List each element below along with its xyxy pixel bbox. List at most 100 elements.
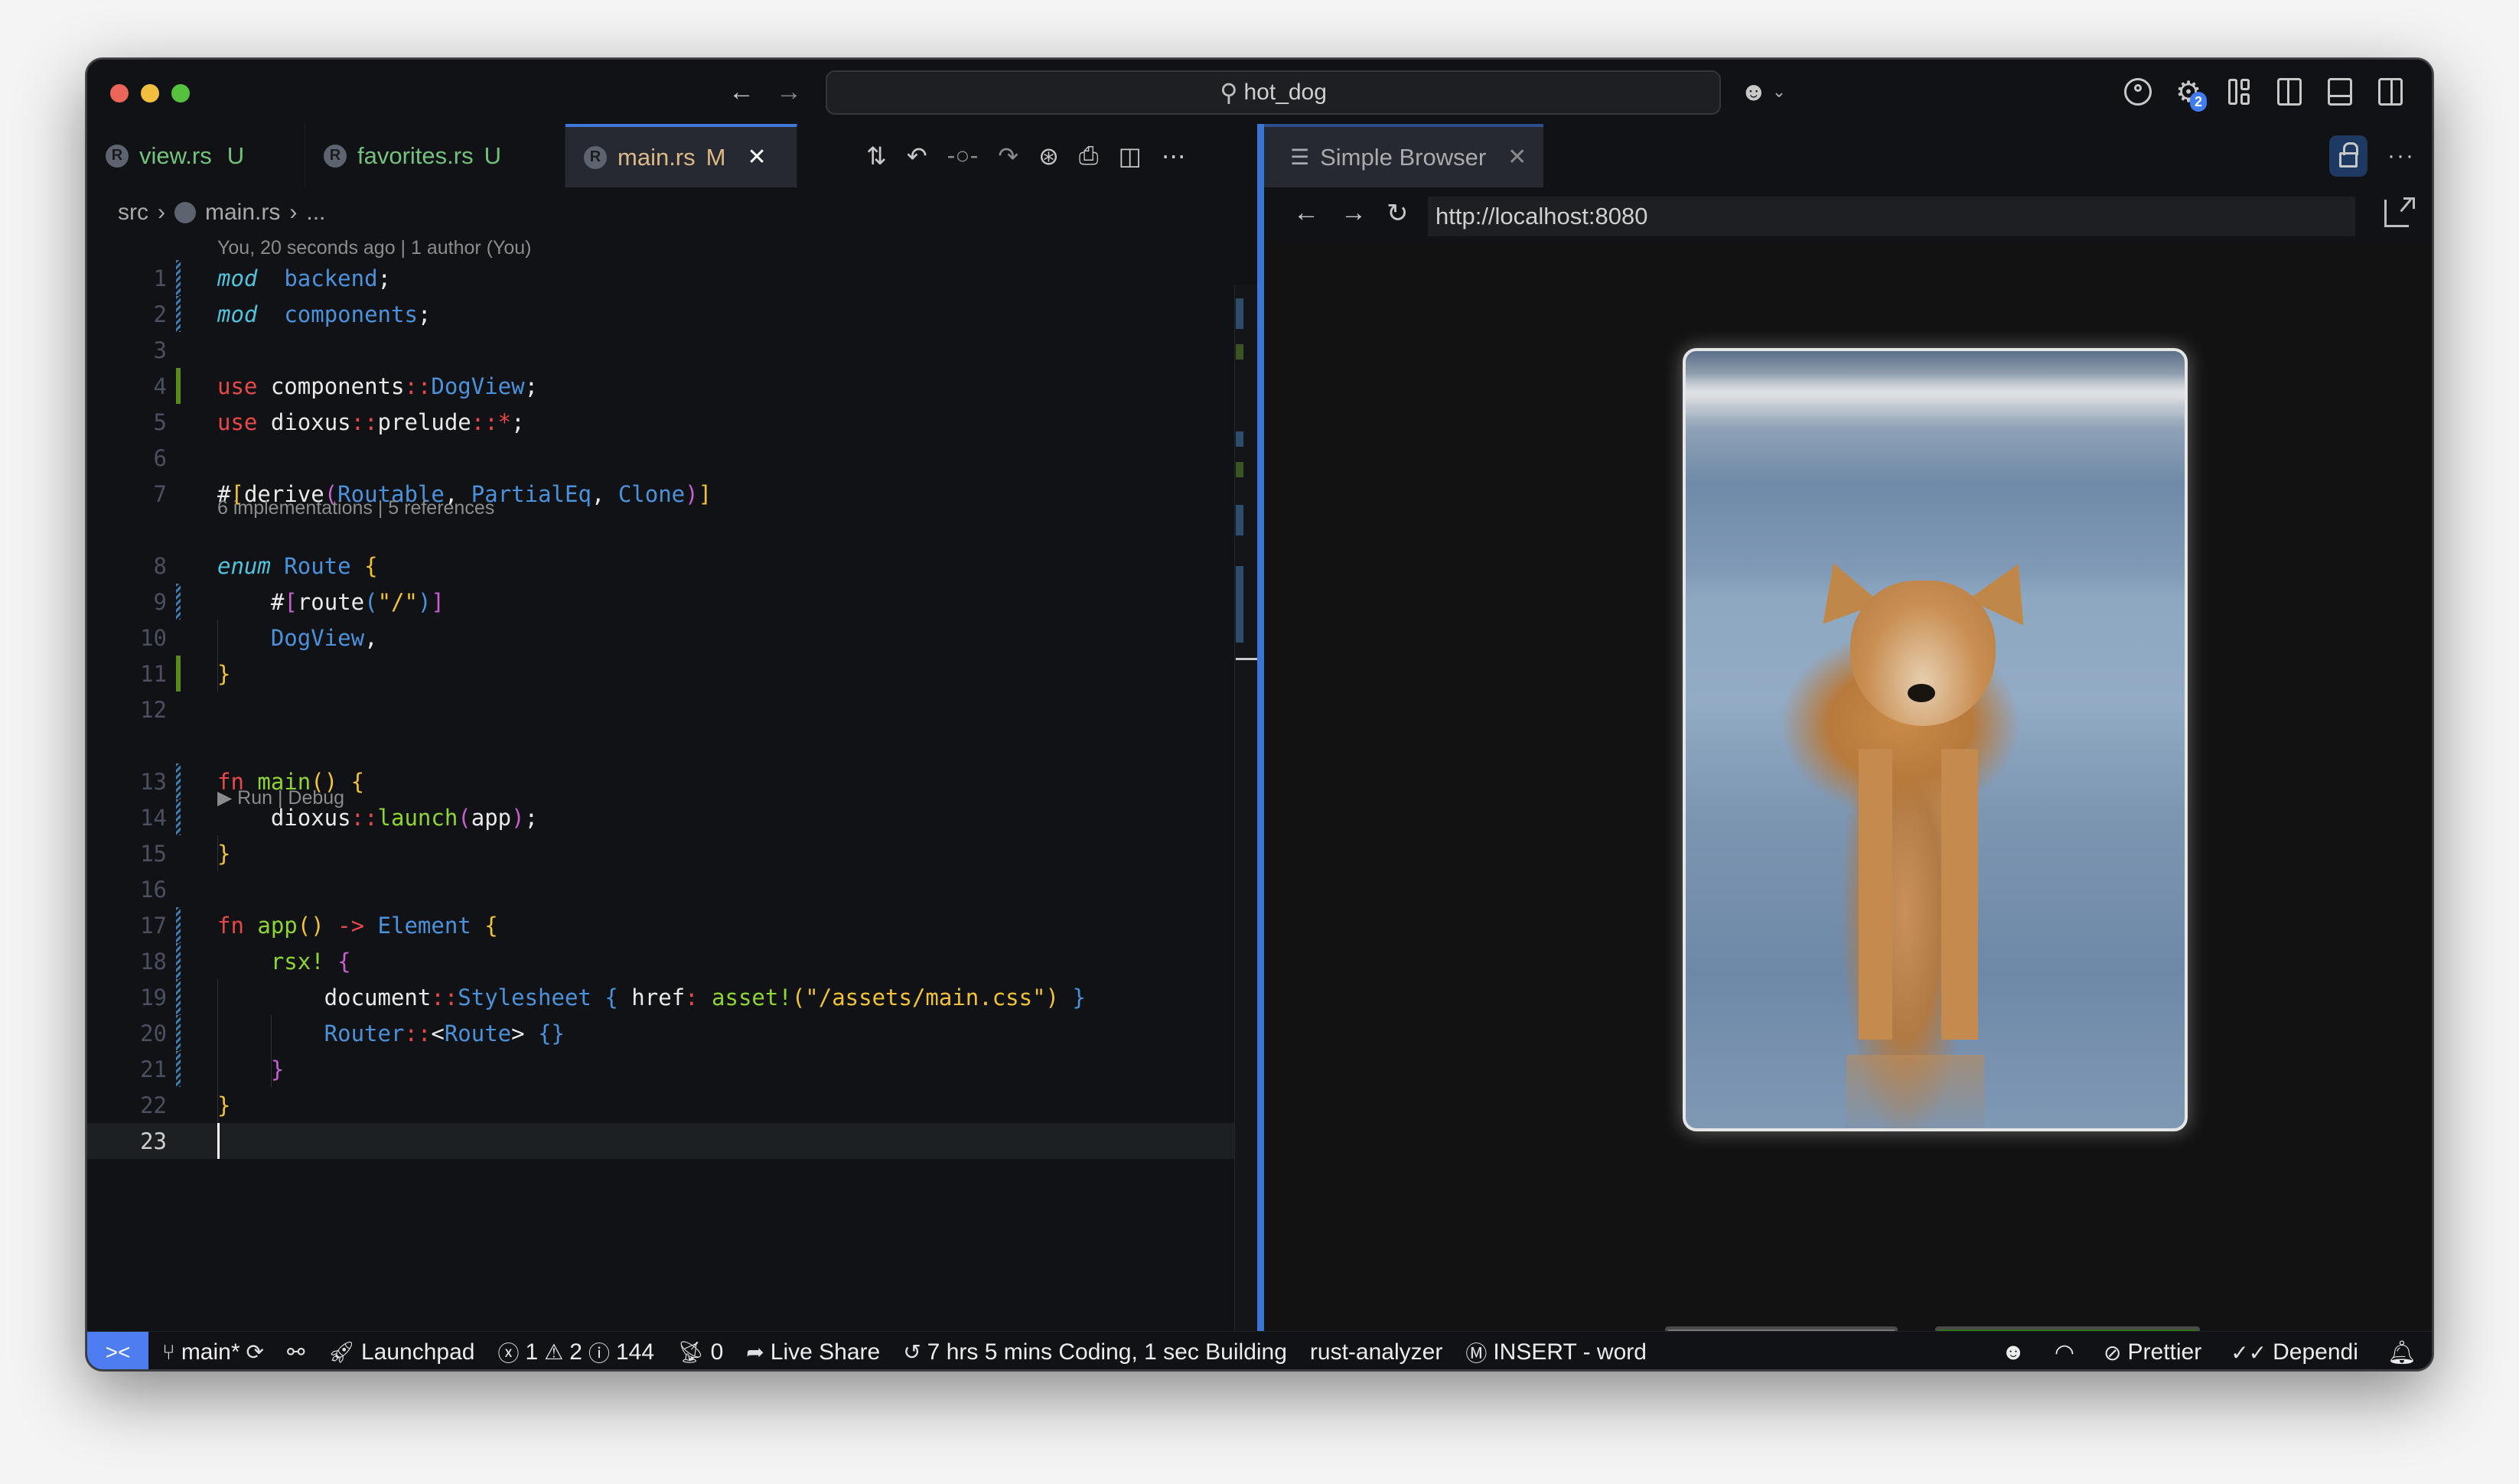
ports-status[interactable]: 📡︎ 0 — [677, 1339, 723, 1365]
gutter-modified-indicator[interactable] — [176, 943, 181, 979]
implementations-codelens[interactable]: 6 implementations | 5 references — [217, 497, 494, 519]
browser-reload-icon[interactable]: ↻ — [1387, 198, 1409, 229]
line-number[interactable]: 8 — [87, 553, 167, 579]
tab-simple-browser[interactable]: ☰ Simple Browser ✕ — [1264, 124, 1543, 187]
code-line[interactable]: 22} — [87, 1087, 1235, 1123]
browser-forward-icon[interactable]: → — [1341, 198, 1367, 228]
gutter-modified-indicator[interactable] — [176, 1015, 181, 1051]
gutter-modified-indicator[interactable] — [176, 763, 181, 799]
code-line[interactable]: 21 } — [87, 1051, 1235, 1087]
manage-gear-icon[interactable]: ⚙ 2 — [2173, 76, 2207, 112]
code-line[interactable]: 1 mod backend; — [87, 260, 1235, 296]
gutter-modified-indicator[interactable] — [176, 260, 181, 296]
line-number[interactable]: 19 — [87, 984, 167, 1010]
line-number[interactable]: 6 — [87, 445, 167, 471]
gutter-modified-indicator[interactable] — [176, 799, 181, 835]
line-number[interactable]: 12 — [87, 697, 167, 723]
browser-back-icon[interactable]: ← — [1293, 198, 1319, 228]
gutter-modified-indicator[interactable] — [176, 584, 181, 620]
more-actions-icon[interactable]: ⋯ — [1162, 142, 1186, 171]
maximize-window-button[interactable] — [171, 84, 190, 103]
prettier-status[interactable]: ⊘ Prettier — [2104, 1339, 2201, 1365]
notifications-bell-icon[interactable]: 🔔︎ — [2387, 1339, 2416, 1366]
forward-arrow-icon[interactable]: → — [776, 76, 802, 107]
code-line[interactable]: 19 document::Stylesheet { href: asset!("… — [87, 979, 1235, 1015]
tab-main-rs[interactable]: R main.rs M ✕ — [565, 124, 797, 187]
command-center-search[interactable]: ⚲ hot_dog — [826, 70, 1721, 115]
overview-ruler[interactable] — [1234, 285, 1257, 1331]
line-number[interactable]: 13 — [87, 769, 167, 795]
code-line[interactable]: 23 — [87, 1123, 1235, 1159]
line-number[interactable]: 11 — [87, 661, 167, 687]
live-share-status[interactable]: ➦ Live Share — [746, 1339, 880, 1365]
line-number[interactable]: 4 — [87, 373, 167, 399]
go-forward-in-history-icon[interactable]: ↷ — [998, 142, 1018, 171]
line-number[interactable]: 23 — [87, 1128, 167, 1154]
split-editor-icon[interactable]: ◫ — [1119, 142, 1142, 171]
code-line[interactable]: 17 fn app() -> Element { — [87, 907, 1235, 943]
code-line[interactable]: 15} — [87, 835, 1235, 871]
go-back-in-history-icon[interactable]: ↶ — [907, 142, 927, 171]
copilot-menu-button[interactable]: ☻ ⌄ — [1740, 73, 1786, 110]
run-debug-codelens[interactable]: ▶ Run | Debug — [217, 786, 344, 809]
code-line[interactable]: 18 rsx! { — [87, 943, 1235, 979]
toggle-panel-icon[interactable] — [2325, 76, 2355, 107]
accounts-icon[interactable] — [2123, 76, 2153, 107]
code-line[interactable]: 4 use components::DogView; — [87, 368, 1235, 404]
dependi-status[interactable]: ✓✓ Dependi — [2231, 1339, 2358, 1365]
toggle-lock-icon[interactable]: ⎙ — [1079, 142, 1099, 171]
wakatime-status[interactable]: ↺ 7 hrs 5 mins Coding, 1 sec Building — [903, 1339, 1287, 1365]
gitlens-graph-icon[interactable]: ⊛ — [1038, 142, 1059, 171]
code-line[interactable]: 5 use dioxus::prelude::*; — [87, 404, 1235, 440]
timeline-icon[interactable]: -○- — [947, 142, 979, 170]
problems-status[interactable]: ⓧ 1 ⚠ 2 ⓘ 144 — [497, 1337, 654, 1368]
gutter-added-indicator[interactable] — [176, 368, 181, 404]
open-in-external-browser-icon[interactable] — [2384, 197, 2415, 227]
gutter-modified-indicator[interactable] — [176, 907, 181, 943]
url-input[interactable] — [1428, 197, 2355, 236]
lock-group-button[interactable] — [2329, 135, 2368, 177]
git-blame-codelens[interactable]: You, 20 seconds ago | 1 author (You) — [217, 237, 532, 259]
vim-mode-status[interactable]: Ⓜ INSERT - word — [1465, 1337, 1647, 1368]
code-line[interactable]: 20 Router::<Route> {} — [87, 1015, 1235, 1051]
line-number[interactable]: 17 — [87, 913, 167, 939]
close-tab-icon[interactable]: ✕ — [1507, 144, 1527, 171]
more-actions-icon[interactable]: ··· — [2387, 143, 2415, 169]
language-server-status[interactable]: rust-analyzer — [1310, 1339, 1442, 1365]
line-number[interactable]: 1 — [87, 265, 167, 291]
code-line[interactable]: 9 #[route("/")] — [87, 584, 1235, 620]
line-number[interactable]: 2 — [87, 301, 167, 327]
close-window-button[interactable] — [110, 84, 129, 103]
gutter-modified-indicator[interactable] — [176, 296, 181, 332]
line-number[interactable]: 14 — [87, 805, 167, 831]
breadcrumb-symbol[interactable]: ... — [306, 200, 325, 226]
tab-view-rs[interactable]: R view.rs U — [87, 124, 305, 187]
line-number[interactable]: 5 — [87, 409, 167, 435]
launchpad-status[interactable]: 🚀︎ Launchpad — [328, 1339, 474, 1365]
remote-indicator[interactable]: >< — [87, 1331, 148, 1369]
line-number[interactable]: 22 — [87, 1092, 167, 1118]
copilot-icon[interactable]: ☻ — [2001, 1339, 2025, 1365]
code-line[interactable]: 16 — [87, 871, 1235, 907]
line-number[interactable]: 20 — [87, 1020, 167, 1046]
code-line[interactable]: 11} — [87, 656, 1235, 692]
open-changes-icon[interactable]: ⇅ — [866, 142, 887, 171]
editor-split-sash[interactable] — [1257, 124, 1264, 1331]
code-line[interactable]: 10 DogView, — [87, 620, 1235, 656]
line-number[interactable]: 3 — [87, 337, 167, 363]
line-number[interactable]: 21 — [87, 1056, 167, 1082]
back-arrow-icon[interactable]: ← — [728, 76, 754, 107]
tab-favorites-rs[interactable]: R favorites.rs U — [305, 124, 565, 187]
line-number[interactable]: 10 — [87, 625, 167, 651]
sync-icon[interactable]: ⟳ — [246, 1339, 264, 1365]
git-graph-status[interactable]: ⚯ — [287, 1339, 305, 1365]
line-number[interactable]: 9 — [87, 589, 167, 615]
breadcrumb-file[interactable]: main.rs — [205, 200, 280, 226]
breadcrumb-folder[interactable]: src — [118, 200, 148, 226]
code-line[interactable]: 2 mod components; — [87, 296, 1235, 332]
code-line[interactable]: 3 — [87, 332, 1235, 368]
line-number[interactable]: 7 — [87, 481, 167, 507]
eye-icon[interactable]: ◠ — [2055, 1339, 2074, 1366]
code-line[interactable]: 8 enum Route { — [87, 548, 1235, 584]
gutter-modified-indicator[interactable] — [176, 979, 181, 1015]
